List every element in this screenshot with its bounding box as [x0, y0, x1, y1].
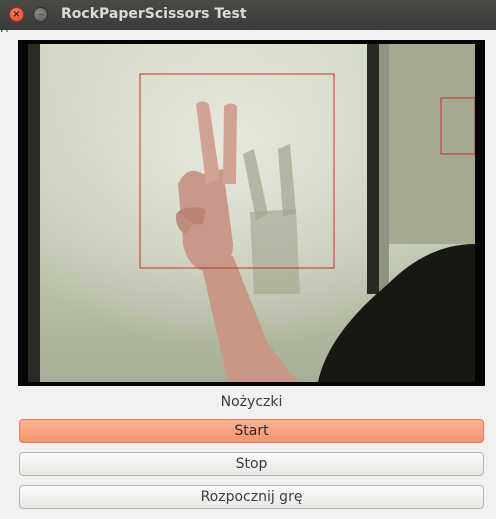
- stop-button[interactable]: Stop: [19, 452, 484, 476]
- close-icon[interactable]: ×: [9, 7, 24, 22]
- background-text-fragment: Fi: [0, 22, 9, 35]
- camera-preview: [18, 40, 485, 386]
- camera-image: [28, 44, 475, 382]
- minimize-icon[interactable]: –: [33, 7, 48, 22]
- start-button[interactable]: Start: [19, 419, 484, 443]
- new-game-button[interactable]: Rozpocznij grę: [19, 485, 484, 509]
- window-title: RockPaperScissors Test: [61, 6, 247, 22]
- detection-label: Nożyczki: [220, 394, 283, 410]
- window-titlebar: × – RockPaperScissors Test: [0, 0, 496, 30]
